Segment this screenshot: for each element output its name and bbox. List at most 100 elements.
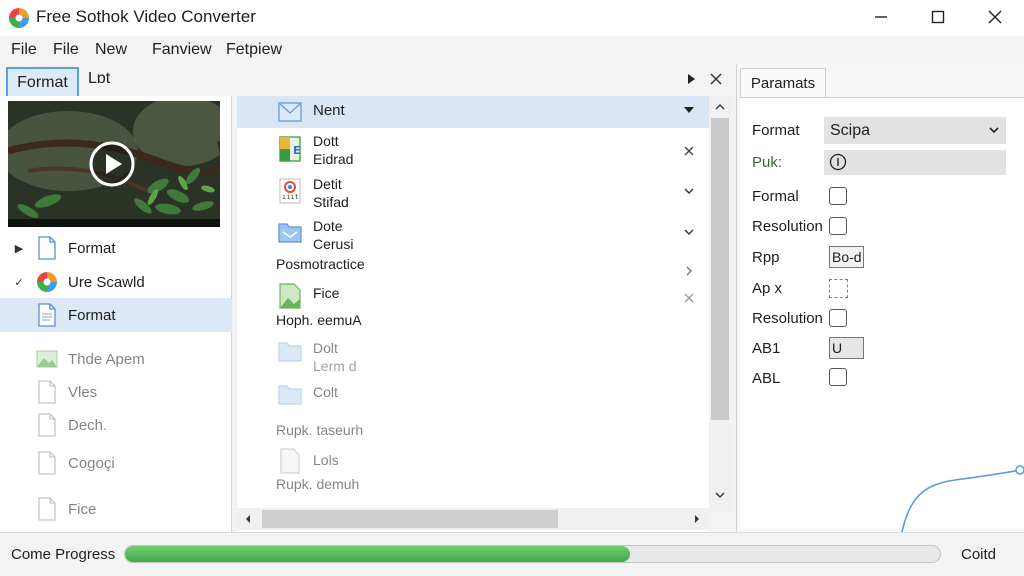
document-icon (280, 448, 300, 474)
tree-item-label: Fice (68, 500, 97, 518)
chevron-down-icon[interactable] (682, 103, 696, 117)
scroll-left-icon[interactable] (241, 512, 255, 526)
list-group-label: Rupk. taseurh (276, 422, 364, 438)
list-item-selected[interactable] (237, 96, 709, 128)
list-item-subtitle: Lerm d (313, 358, 357, 374)
menu-new[interactable]: New (95, 41, 127, 59)
scroll-down-icon[interactable] (713, 488, 727, 502)
param-puk-field[interactable] (824, 150, 1006, 175)
tree-item-format-selected[interactable]: Format (0, 298, 232, 332)
scroll-up-icon[interactable] (713, 100, 727, 114)
horizontal-scroll-thumb[interactable] (262, 510, 558, 528)
panel-close-icon[interactable] (709, 72, 723, 86)
tree-item-label: Cogoçi (68, 454, 115, 472)
list-group-label: Rupk. demuh (276, 476, 360, 492)
tree-item-label: Format (68, 306, 116, 324)
minimize-button[interactable] (852, 0, 910, 34)
chevron-down-icon[interactable] (682, 184, 696, 198)
svg-text:E: E (293, 144, 301, 157)
list-item-subtitle: Stifad (313, 194, 349, 210)
menu-fetpiew[interactable]: Fetpiew (226, 41, 282, 59)
document-icon (38, 303, 56, 327)
tree-item-label: Dech. (68, 416, 108, 434)
param-resolution-checkbox[interactable] (829, 217, 847, 235)
vertical-scroll-thumb[interactable] (711, 118, 729, 420)
chevron-right-icon[interactable] (682, 264, 696, 278)
param-resolution-2-label: Resolution (752, 310, 823, 327)
document-icon (38, 497, 56, 521)
folder-icon (278, 385, 302, 405)
remove-icon[interactable] (682, 291, 696, 305)
scroll-right-icon[interactable] (690, 512, 704, 526)
color-wheel-icon (37, 272, 57, 292)
param-puk-label: Puk: (752, 154, 783, 171)
param-format-select[interactable]: Scipa (824, 117, 1006, 144)
param-rpp-label: Rpp (752, 249, 780, 266)
menu-fanview[interactable]: Fanview (152, 41, 212, 59)
menu-file-2[interactable]: File (53, 41, 79, 59)
param-ab1-input[interactable]: U (829, 337, 864, 359)
chevron-down-icon (989, 127, 999, 134)
tree-item-label: Thde Apem (68, 350, 145, 368)
minimize-icon (875, 16, 887, 18)
excel-file-icon: E (279, 136, 301, 162)
param-abl-label: ABL (752, 370, 781, 387)
panel-arrow-icon[interactable] (684, 72, 698, 86)
remove-icon[interactable] (682, 144, 696, 158)
play-icon[interactable] (89, 141, 135, 187)
maximize-icon (931, 10, 945, 24)
svg-text:ıiıt: ıiıt (282, 193, 299, 201)
list-item-title: Colt (313, 384, 338, 400)
param-formal-checkbox[interactable] (829, 187, 847, 205)
tab-list[interactable]: Lɒt (88, 70, 110, 88)
menu-file[interactable]: File (11, 41, 37, 59)
status-label: Come Progress (11, 546, 116, 563)
tree-item-ure-scawld[interactable]: ✓ Ure Scawld (0, 265, 232, 299)
param-abl-checkbox[interactable] (829, 368, 847, 386)
mail-icon (278, 102, 302, 122)
video-preview[interactable] (8, 101, 220, 227)
folder-icon (278, 223, 302, 243)
info-icon (829, 153, 847, 171)
list-item-title: Dote (313, 218, 343, 234)
tree-item-format[interactable]: ▶ Format (0, 231, 232, 265)
chevron-down-icon[interactable] (682, 225, 696, 239)
list-item-title: Fice (313, 285, 340, 301)
param-ab1-label: AB1 (752, 340, 781, 357)
tree-item-dech[interactable]: Dech. (0, 408, 232, 442)
tree-item-fice[interactable]: Fice (0, 492, 232, 526)
list-item-title: Dott (313, 133, 339, 149)
list-item-title: Dolt (313, 340, 338, 356)
chrome-file-icon: ıiıt (279, 178, 301, 204)
param-formal-label: Formal (752, 188, 799, 205)
param-apx-checkbox[interactable] (829, 279, 848, 298)
document-icon (38, 413, 56, 437)
param-rpp-input[interactable]: Bo-d (829, 246, 864, 268)
list-item-subtitle: Cerusi (313, 236, 354, 252)
check-icon[interactable]: ✓ (12, 276, 26, 289)
tab-params[interactable]: Paramats (740, 68, 826, 98)
tree-item-cogoci[interactable]: Cogoçi (0, 446, 232, 480)
param-resolution-2-checkbox[interactable] (829, 309, 847, 327)
param-format-label: Format (752, 122, 800, 139)
close-icon (988, 10, 1002, 24)
document-icon (38, 451, 56, 475)
list-item-label: Nent (313, 102, 345, 119)
document-icon (38, 380, 56, 404)
tree-item-label: Vles (68, 383, 98, 401)
list-group-label: Hoph. eemuA (276, 312, 362, 328)
expand-caret-icon[interactable]: ▶ (12, 242, 26, 255)
tree-item-vles[interactable]: Vles (0, 375, 232, 409)
tab-format[interactable]: Format (6, 67, 79, 97)
close-button[interactable] (966, 0, 1024, 34)
list-group-label: Posmotractice (276, 256, 365, 272)
param-apx-label: Ap x (752, 280, 783, 297)
window-title: Free Sothok Video Converter (36, 7, 256, 26)
document-icon (38, 236, 56, 260)
list-item-subtitle: Eidrad (313, 151, 354, 167)
maximize-button[interactable] (909, 0, 967, 34)
progress-fill (125, 546, 631, 562)
tree-item-thde-apem[interactable]: Thde Apem (0, 342, 232, 376)
progress-bar (124, 545, 941, 563)
list-item-title: Lols (313, 452, 339, 468)
